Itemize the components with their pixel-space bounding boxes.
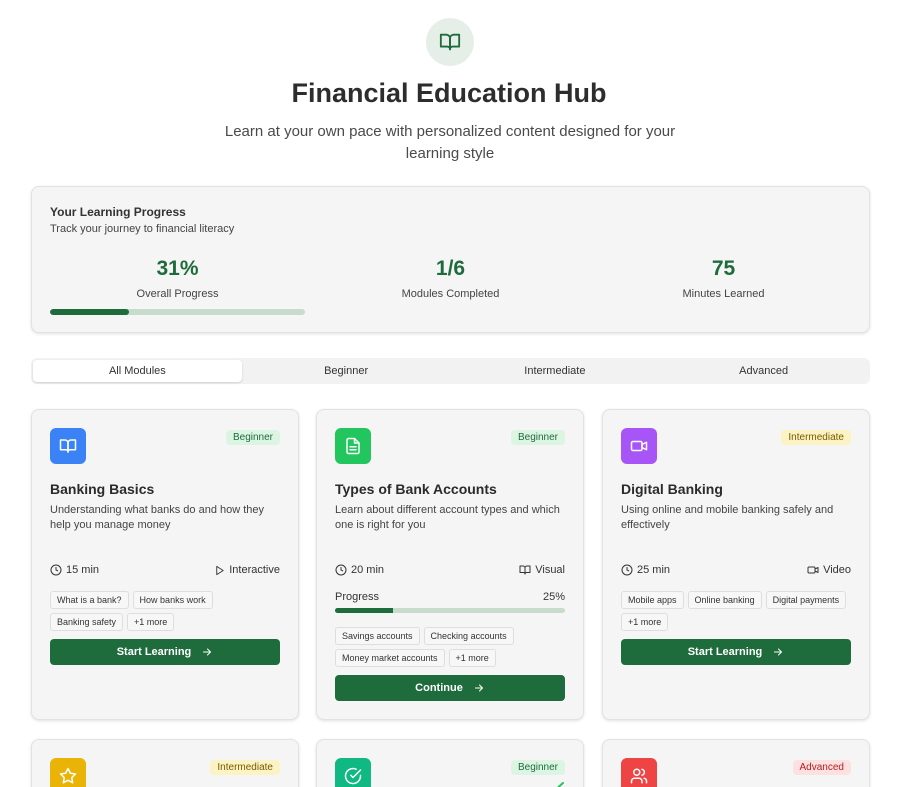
tab-intermediate[interactable]: Intermediate bbox=[451, 360, 660, 382]
button-label: Continue bbox=[415, 682, 463, 694]
topic-tags: What is a bank? How banks work Banking s… bbox=[50, 591, 280, 631]
level-badge: Beginner bbox=[510, 760, 565, 775]
module-title: Banking Basics bbox=[50, 481, 155, 497]
topic-tags: Mobile apps Online banking Digital payme… bbox=[621, 591, 851, 631]
minutes-learned-stat: 75 Minutes Learned bbox=[596, 257, 851, 300]
module-meta: 15 min Interactive bbox=[50, 564, 280, 576]
button-label: Start Learning bbox=[116, 646, 192, 658]
page-title: Financial Education Hub bbox=[291, 78, 607, 108]
start-learning-button[interactable]: Start Learning bbox=[50, 639, 280, 665]
level-badge: Advanced bbox=[792, 760, 851, 775]
module-card: Beginner bbox=[316, 739, 584, 787]
module-meta: 20 min Visual bbox=[335, 564, 565, 576]
minutes-learned-value: 75 bbox=[711, 257, 736, 280]
clock-icon bbox=[335, 564, 347, 576]
module-description: Understanding what banks do and how they… bbox=[50, 504, 265, 531]
module-description: Learn about different account types and … bbox=[335, 504, 560, 531]
completed-check-icon bbox=[551, 782, 564, 787]
module-card: Intermediate bbox=[31, 739, 299, 787]
progress-title: Your Learning Progress bbox=[50, 205, 186, 219]
topic-tag: +1 more bbox=[621, 613, 669, 631]
video-icon bbox=[807, 566, 819, 574]
module-progress-label: Progress bbox=[335, 591, 380, 603]
book-icon bbox=[50, 428, 86, 464]
module-progress-bar bbox=[335, 608, 565, 613]
arrow-right-icon bbox=[203, 648, 212, 656]
module-duration: 20 min bbox=[351, 564, 385, 576]
book-open-icon bbox=[426, 18, 474, 66]
module-meta: 25 min Video bbox=[621, 564, 851, 576]
overall-progress-bar bbox=[50, 309, 305, 315]
tab-all-modules[interactable]: All Modules bbox=[33, 360, 242, 382]
video-icon bbox=[621, 428, 657, 464]
arrow-right-icon bbox=[774, 648, 783, 656]
module-format: Video bbox=[823, 564, 851, 576]
book-icon bbox=[519, 565, 531, 575]
clock-icon bbox=[621, 564, 633, 576]
modules-completed-label: Modules Completed bbox=[401, 288, 500, 300]
clock-icon bbox=[50, 564, 62, 576]
level-tabs: All Modules Beginner Intermediate Advanc… bbox=[31, 358, 870, 384]
learning-progress-card: Your Learning Progress Track your journe… bbox=[31, 186, 870, 333]
module-progress-fill bbox=[335, 608, 393, 613]
page-subtitle: Learn at your own pace with personalized… bbox=[224, 123, 676, 162]
topic-tag: Digital payments bbox=[765, 591, 847, 609]
topic-tag: What is a bank? bbox=[50, 591, 129, 609]
play-icon bbox=[216, 565, 224, 575]
modules-completed-value: 1/6 bbox=[435, 257, 466, 280]
progress-subtitle: Track your journey to financial literacy bbox=[50, 223, 235, 235]
topic-tag: Savings accounts bbox=[335, 627, 420, 645]
overall-progress-fill bbox=[50, 309, 130, 315]
topic-tag: +1 more bbox=[448, 649, 496, 667]
overall-progress-value: 31% bbox=[156, 257, 199, 280]
level-badge: Beginner bbox=[510, 430, 565, 445]
level-badge: Intermediate bbox=[210, 760, 280, 775]
topic-tags: Savings accounts Checking accounts Money… bbox=[335, 627, 565, 667]
arrow-right-icon bbox=[474, 684, 484, 692]
minutes-learned-label: Minutes Learned bbox=[682, 288, 765, 300]
module-description: Using online and mobile banking safely a… bbox=[621, 504, 834, 531]
module-progress-row: Progress 25% bbox=[335, 591, 565, 603]
module-title: Types of Bank Accounts bbox=[335, 481, 497, 497]
check-circle-icon bbox=[335, 758, 371, 787]
topic-tag: Money market accounts bbox=[335, 649, 445, 667]
module-card: Advanced bbox=[602, 739, 870, 787]
module-duration: 15 min bbox=[66, 564, 100, 576]
module-title: Digital Banking bbox=[621, 481, 723, 497]
users-icon bbox=[621, 758, 657, 787]
module-card-digital-banking: Intermediate Digital Banking Using onlin… bbox=[602, 409, 870, 720]
topic-tag: Banking safety bbox=[50, 613, 124, 631]
module-progress-value: 25% bbox=[542, 591, 565, 603]
module-card-types-of-bank-accounts: Beginner Types of Bank Accounts Learn ab… bbox=[316, 409, 584, 720]
module-duration: 25 min bbox=[637, 564, 671, 576]
modules-completed-stat: 1/6 Modules Completed bbox=[323, 257, 578, 300]
start-learning-button[interactable]: Start Learning bbox=[621, 639, 851, 665]
button-label: Start Learning bbox=[687, 646, 763, 658]
topic-tag: Checking accounts bbox=[423, 627, 514, 645]
topic-tag: Mobile apps bbox=[621, 591, 684, 609]
topic-tag: How banks work bbox=[132, 591, 213, 609]
star-icon bbox=[50, 758, 86, 787]
module-format: Interactive bbox=[229, 564, 280, 576]
topic-tag: Online banking bbox=[687, 591, 762, 609]
tab-beginner[interactable]: Beginner bbox=[242, 360, 451, 382]
overall-progress-stat: 31% Overall Progress bbox=[50, 257, 305, 300]
module-format: Visual bbox=[535, 564, 565, 576]
document-icon bbox=[335, 428, 371, 464]
tab-advanced[interactable]: Advanced bbox=[659, 360, 868, 382]
continue-button[interactable]: Continue bbox=[335, 675, 565, 701]
topic-tag: +1 more bbox=[127, 613, 175, 631]
level-badge: Beginner bbox=[225, 430, 280, 445]
level-badge: Intermediate bbox=[781, 430, 851, 445]
overall-progress-label: Overall Progress bbox=[136, 288, 219, 300]
module-card-banking-basics: Beginner Banking Basics Understanding wh… bbox=[31, 409, 299, 720]
